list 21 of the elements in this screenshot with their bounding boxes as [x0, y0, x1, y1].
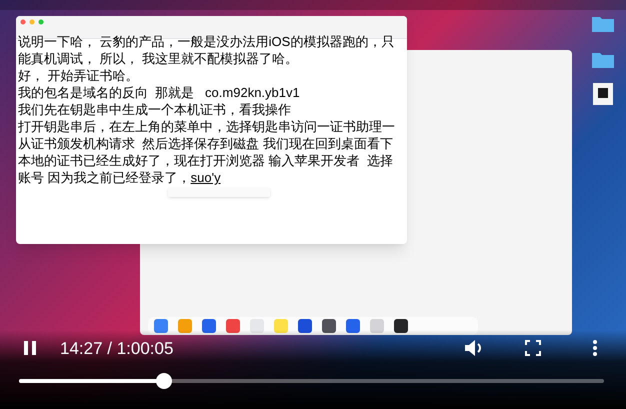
text-line: 说明一下哈， 云豹的产品，一般是没办法用iOS的模拟器跑的，只	[18, 33, 396, 50]
app-icon[interactable]	[298, 319, 312, 333]
more-icon[interactable]	[592, 339, 598, 357]
folder-icon	[592, 50, 614, 68]
text-line: 我们先在钥匙串中生成一个本机证书，看我操作	[18, 101, 292, 118]
app-icon[interactable]	[394, 319, 408, 333]
text-line: 好， 开始弄证书哈。	[18, 67, 140, 84]
window-controls-icon[interactable]	[20, 19, 46, 25]
text-line: 账号 因为我之前已经登录了，	[18, 169, 191, 186]
text-line: 我的包名是域名的反向 那就是 co.m92kn.yb1v1	[18, 84, 301, 101]
app-icon[interactable]	[322, 319, 336, 333]
pause-icon[interactable]	[23, 340, 37, 356]
text-line: 本地的证书已经生成好了，现在打开浏览器 输入苹果开发者 选择	[18, 152, 394, 169]
text-line: 能真机调试， 所以， 我这里就不配模拟器了哈。	[18, 50, 300, 67]
text-line: 打开钥匙串后，在左上角的菜单中，选择钥匙串访问一证书助理一	[18, 118, 396, 135]
folder-icon	[592, 14, 614, 32]
input-composition[interactable]: suo'y	[190, 169, 221, 186]
text-line: 从证书颁发机构请求 然后选择保存到磁盘 我们现在回到桌面看下	[18, 135, 394, 152]
time-display: 14:27 / 1:00:05	[60, 340, 174, 356]
fullscreen-icon[interactable]	[525, 340, 541, 356]
file-icon	[593, 83, 613, 105]
